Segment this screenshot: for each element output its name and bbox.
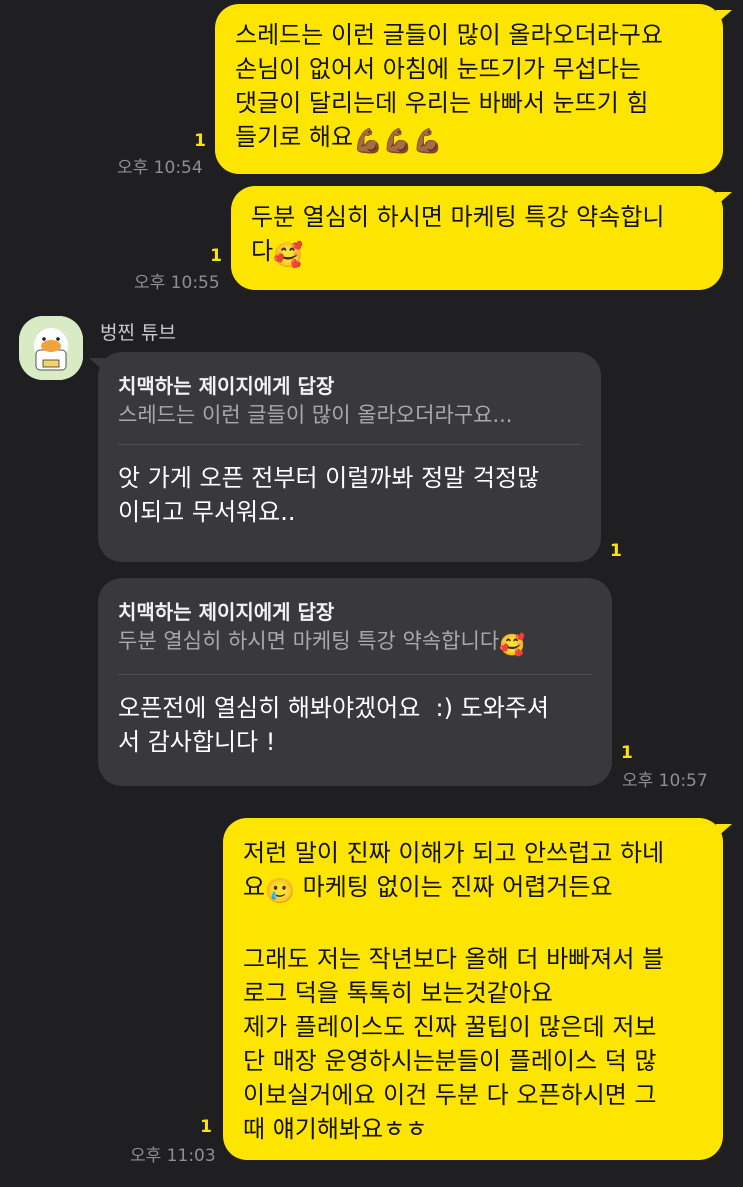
message-time: 오후 10:54	[117, 158, 203, 178]
message-text-line2-pre: 요	[243, 873, 266, 901]
message-text: 오픈전에 열심히 해봐야겠어요 :) 도와주셔 서 감사합니다 !	[118, 694, 549, 756]
my-message-bubble[interactable]: 스레드는 이런 글들이 많이 올라오더라구요 손님이 없어서 아침에 눈뜨기가 …	[215, 4, 732, 174]
unread-count: 1	[194, 131, 206, 151]
smiling-face-with-hearts-emoji-icon: 🥰	[273, 241, 303, 269]
avatar[interactable]	[19, 316, 83, 380]
message-time: 오후 11:03	[130, 1146, 216, 1166]
smiling-face-with-tear-emoji-icon: 🥲	[265, 877, 295, 905]
reply-quote-text: 두분 열심히 하시면 마케팅 특강 약속합니다	[118, 629, 500, 653]
sender-name: 벙찐 튜브	[100, 322, 176, 344]
reply-quote: 스레드는 이런 글들이 많이 올라오더라구요...	[118, 403, 513, 427]
smiling-face-with-hearts-emoji-icon: 🥰	[499, 633, 526, 657]
reply-divider	[118, 444, 581, 445]
message-text-line1: 저런 말이 진짜 이해가 되고 안쓰럽고 하네	[243, 839, 665, 867]
duck-character-icon	[19, 316, 83, 380]
reply-divider	[118, 674, 592, 675]
unread-count: 1	[610, 541, 622, 561]
reply-header: 치맥하는 제이지에게 답장	[118, 374, 335, 398]
unread-count: 1	[210, 246, 222, 266]
message-text: 두분 열심히 하시면 마케팅 특강 약속합니 다	[251, 203, 665, 265]
message-text-rest: 그래도 저는 작년보다 올해 더 바빠져서 블 로그 덕을 톡톡히 보는것같아요…	[243, 945, 665, 1143]
my-message-bubble[interactable]: 두분 열심히 하시면 마케팅 특강 약속합니 다🥰	[231, 186, 732, 290]
my-message-bubble[interactable]: 저런 말이 진짜 이해가 되고 안쓰럽고 하네 요🥲 마케팅 없이는 진짜 어렵…	[223, 818, 732, 1160]
reply-message-bubble[interactable]: 치맥하는 제이지에게 답장 스레드는 이런 글들이 많이 올라오더라구요... …	[89, 352, 601, 562]
reply-message-bubble[interactable]: 치맥하는 제이지에게 답장 두분 열심히 하시면 마케팅 특강 약속합니다🥰 오…	[98, 578, 612, 786]
message-text-line2-post: 마케팅 없이는 진짜 어렵거든요	[294, 873, 613, 901]
unread-count: 1	[621, 743, 633, 763]
unread-count: 1	[200, 1117, 212, 1137]
message-time: 오후 10:57	[622, 771, 708, 791]
message-text: 스레드는 이런 글들이 많이 올라오더라구요 손님이 없어서 아침에 눈뜨기가 …	[235, 21, 663, 151]
reply-quote: 두분 열심히 하시면 마케팅 특강 약속합니다🥰	[118, 626, 592, 660]
message-time: 오후 10:55	[134, 273, 220, 293]
reply-header: 치맥하는 제이지에게 답장	[118, 600, 335, 624]
flexed-biceps-emoji-icon: 💪🏾💪🏾💪🏾	[353, 127, 443, 155]
message-text: 앗 가게 오픈 전부터 이럴까봐 정말 걱정많 이되고 무서워요..	[118, 464, 540, 526]
